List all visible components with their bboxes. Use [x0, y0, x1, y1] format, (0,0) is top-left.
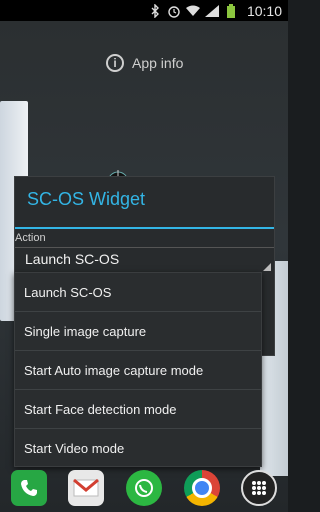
- info-icon: i: [106, 54, 124, 72]
- status-bar: 10:10: [0, 0, 288, 21]
- list-item[interactable]: Start Auto image capture mode: [15, 351, 261, 390]
- section-divider: [15, 247, 274, 248]
- list-item[interactable]: Start Video mode: [15, 429, 261, 468]
- app-info-button[interactable]: i App info: [106, 51, 183, 75]
- list-item[interactable]: Single image capture: [15, 312, 261, 351]
- spinner-value: Launch SC-OS: [25, 251, 120, 267]
- app-dock: [0, 464, 288, 512]
- action-dropdown-list: Launch SC-OS Single image capture Start …: [14, 272, 262, 467]
- list-item[interactable]: Launch SC-OS: [15, 273, 261, 312]
- apps-icon[interactable]: [241, 470, 278, 506]
- wifi-icon: [185, 4, 200, 18]
- app-info-label: App info: [132, 55, 184, 71]
- action-spinner[interactable]: Launch SC-OS: [15, 249, 274, 271]
- list-item[interactable]: Start Face detection mode: [15, 390, 261, 429]
- chrome-icon[interactable]: [183, 470, 220, 506]
- dialog-title: SC-OS Widget: [27, 189, 146, 209]
- action-label: Action: [15, 232, 46, 244]
- clock: 10:10: [246, 2, 282, 19]
- dropdown-arrow-icon: [263, 263, 271, 271]
- gmail-icon[interactable]: [68, 470, 105, 506]
- whatsapp-icon[interactable]: [125, 470, 162, 506]
- battery-icon: [224, 3, 238, 18]
- alarm-icon: [167, 4, 181, 18]
- title-divider: [15, 227, 274, 229]
- notification-area: [0, 0, 130, 21]
- signal-icon: [204, 4, 219, 18]
- phone-icon[interactable]: [10, 470, 47, 506]
- bluetooth-icon: [148, 3, 162, 18]
